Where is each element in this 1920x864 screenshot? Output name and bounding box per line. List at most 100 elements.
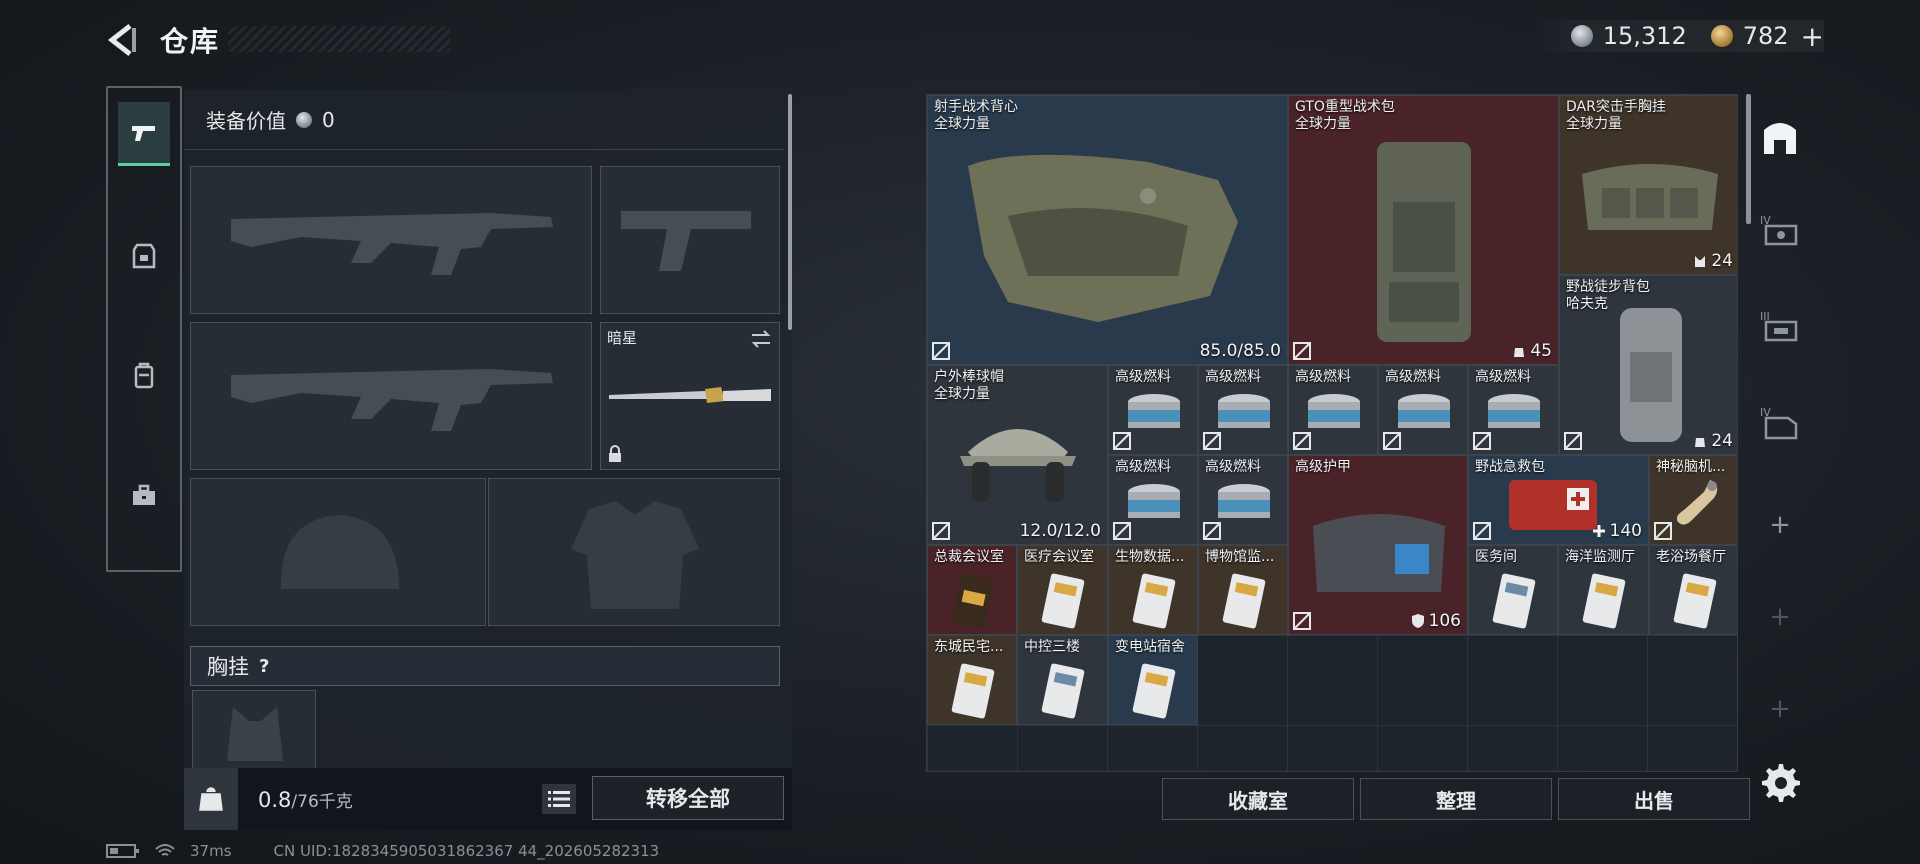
list-view-button[interactable]	[542, 784, 576, 814]
equipment-panel: 装备价值 0 暗星 胸挂 ?	[184, 90, 792, 830]
not-found-mark-icon	[932, 522, 950, 540]
item-premium-fuel[interactable]: 高级燃料	[1198, 455, 1288, 545]
backpack-icon	[134, 362, 154, 389]
transfer-all-button[interactable]: 转移全部	[592, 776, 784, 820]
storage-tab-iv[interactable]: IV	[1746, 190, 1814, 274]
shield-icon	[1411, 614, 1424, 628]
list-icon	[548, 791, 570, 807]
item-premium-fuel[interactable]: 高级燃料	[1378, 365, 1468, 455]
item-name: 老浴场餐厅	[1656, 549, 1726, 565]
item-dar-chest-rig[interactable]: DAR突击手胸挂 全球力量 24	[1559, 95, 1737, 275]
keycard-image	[1041, 573, 1085, 629]
item-name: 变电站宿舍	[1115, 639, 1185, 655]
heavy-backpack-image	[1377, 142, 1471, 342]
silver-amount: 15,312	[1602, 22, 1687, 50]
primary-weapon-slot[interactable]	[190, 166, 592, 314]
fuel-can-image	[1128, 484, 1180, 518]
helmet-silhouette-icon	[280, 515, 399, 589]
item-mystery-brain-device[interactable]: 神秘脑机...	[1649, 455, 1737, 545]
item-gto-backpack[interactable]: GTO重型战术包 全球力量 45	[1288, 95, 1559, 365]
keycard-image	[951, 573, 995, 629]
equipment-value-label: 装备价值	[206, 109, 286, 133]
rifle-silhouette-icon	[231, 213, 553, 275]
item-keycard[interactable]: 医疗会议室	[1017, 545, 1108, 635]
fuel-can-image	[1128, 394, 1180, 428]
item-name: 高级燃料	[1295, 369, 1351, 385]
toolbox-icon	[133, 484, 155, 505]
item-premium-fuel[interactable]: 高级燃料	[1288, 365, 1378, 455]
help-icon[interactable]: ?	[259, 656, 269, 677]
item-premium-fuel[interactable]: 高级燃料	[1468, 365, 1559, 455]
organize-button[interactable]: 整理	[1360, 778, 1552, 820]
item-premium-fuel[interactable]: 高级燃料	[1108, 455, 1198, 545]
chest-rig-slot[interactable]	[192, 690, 316, 770]
scrollbar[interactable]	[788, 94, 792, 330]
add-storage-button[interactable]: +	[1746, 602, 1814, 632]
item-baseball-cap[interactable]: 户外棒球帽 全球力量 12.0/12.0	[927, 365, 1108, 545]
keycard-image	[1132, 663, 1176, 719]
item-premium-armor[interactable]: 高级护甲 106	[1288, 455, 1468, 635]
item-keycard[interactable]: 总裁会议室	[927, 545, 1017, 635]
tab-toolbox[interactable]	[118, 464, 170, 528]
swap-icon[interactable]	[749, 329, 773, 349]
tactical-vest-image	[968, 154, 1238, 322]
body-armor-slot[interactable]	[488, 478, 780, 626]
storage-tab-iii[interactable]: III	[1746, 286, 1814, 370]
sell-button[interactable]: 出售	[1558, 778, 1750, 820]
collection-room-button[interactable]: 收藏室	[1162, 778, 1354, 820]
item-name: GTO重型战术包	[1295, 99, 1395, 115]
item-brand: 全球力量	[1566, 116, 1622, 132]
item-keycard[interactable]: 医务间	[1468, 545, 1558, 635]
secondary-rifle-slot[interactable]	[190, 322, 592, 470]
item-name: 东城民宅...	[934, 639, 1004, 655]
tab-weapons[interactable]	[118, 102, 170, 166]
storage-tab-warehouse[interactable]	[1746, 94, 1814, 178]
item-keycard[interactable]: 博物馆监...	[1198, 545, 1288, 635]
item-marksman-vest[interactable]: 射手战术背心 全球力量 85.0/85.0	[927, 95, 1288, 365]
melee-weapon-name: 暗星	[607, 329, 638, 347]
settings-gear-icon[interactable]	[1760, 762, 1802, 804]
item-keycard[interactable]: 老浴场餐厅	[1649, 545, 1737, 635]
bag-icon	[1514, 348, 1525, 357]
wifi-icon	[155, 844, 175, 856]
item-premium-fuel[interactable]: 高级燃料	[1108, 365, 1198, 455]
not-found-mark-icon	[1293, 612, 1311, 630]
silver-coin-icon	[1570, 25, 1593, 47]
not-found-mark-icon	[1113, 522, 1131, 540]
storage-iv-icon: IV	[1760, 214, 1798, 246]
item-name: 高级护甲	[1295, 459, 1351, 475]
storage-tab-iv-2[interactable]: IV	[1746, 382, 1814, 466]
item-keycard[interactable]: 海洋监测厅	[1558, 545, 1649, 635]
item-keycard[interactable]: 中控三楼	[1017, 635, 1108, 725]
item-premium-fuel[interactable]: 高级燃料	[1198, 365, 1288, 455]
cap-headset-image	[960, 429, 1076, 502]
bag-icon	[1695, 438, 1706, 447]
item-name: 博物馆监...	[1205, 549, 1275, 565]
secondary-weapon-slot[interactable]	[600, 166, 780, 314]
not-found-mark-icon	[1203, 522, 1221, 540]
armor-silhouette-icon	[571, 501, 699, 609]
tab-armor[interactable]	[118, 224, 170, 288]
helmet-slot[interactable]	[190, 478, 486, 626]
storage-iii-icon: III	[1760, 310, 1798, 342]
melee-weapon-slot[interactable]: 暗星	[600, 322, 780, 470]
item-name: 生物数据...	[1115, 549, 1185, 565]
not-found-mark-icon	[1383, 432, 1401, 450]
item-first-aid-kit[interactable]: 野战急救包 140	[1468, 455, 1649, 545]
item-capacity: 45	[1512, 341, 1552, 361]
add-storage-button[interactable]: +	[1746, 510, 1814, 540]
back-arrow-icon[interactable]	[104, 22, 140, 58]
add-currency-button[interactable]: +	[1801, 20, 1824, 53]
item-keycard[interactable]: 生物数据...	[1108, 545, 1198, 635]
item-field-backpack[interactable]: 野战徒步背包 哈夫克 24	[1559, 275, 1737, 455]
add-storage-button[interactable]: +	[1746, 694, 1814, 724]
item-keycard[interactable]: 变电站宿舍	[1108, 635, 1198, 725]
item-keycard[interactable]: 东城民宅...	[927, 635, 1017, 725]
fuel-can-image	[1488, 394, 1540, 428]
pistol-icon	[132, 125, 155, 141]
tab-backpack[interactable]	[118, 344, 170, 408]
not-found-mark-icon	[1654, 522, 1672, 540]
item-name: 高级燃料	[1205, 369, 1261, 385]
brain-device-image	[1676, 480, 1718, 525]
pistol-silhouette-icon	[621, 211, 751, 271]
